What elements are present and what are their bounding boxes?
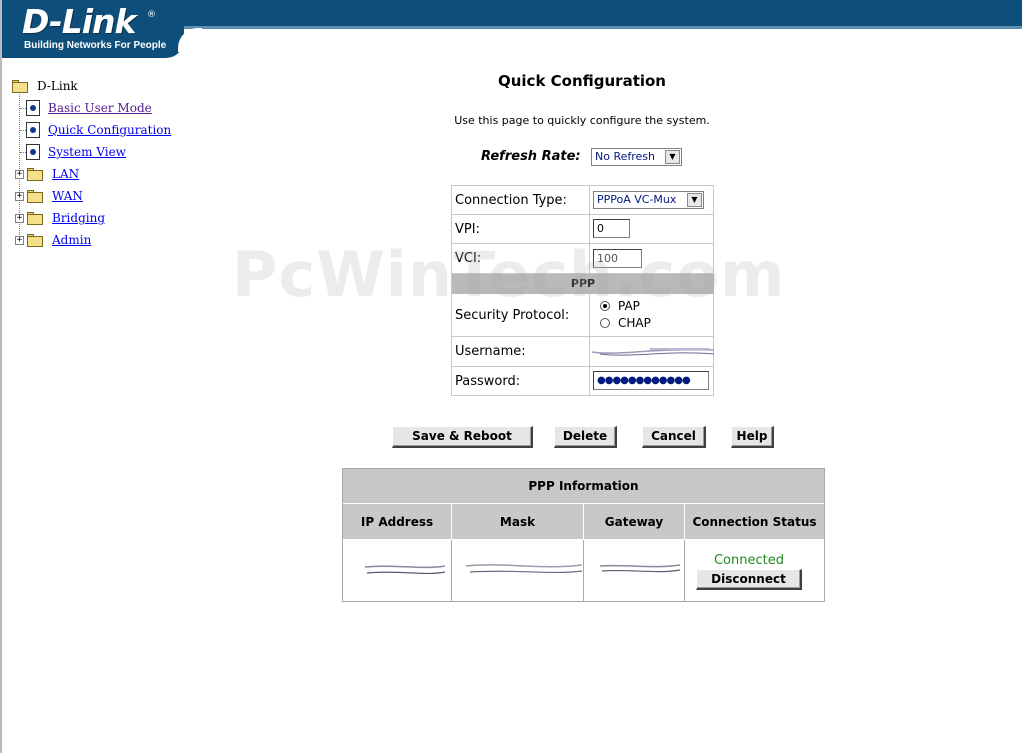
refresh-rate-value: No Refresh — [595, 150, 655, 163]
security-protocol-label: Security Protocol: — [452, 294, 590, 337]
page-icon — [26, 122, 40, 138]
disconnect-button[interactable]: Disconnect — [696, 569, 802, 590]
sidebar-item-label[interactable]: Quick Configuration — [48, 123, 171, 137]
ip-address-redacted-scribble — [364, 565, 446, 574]
header-bar-shade — [172, 26, 1022, 29]
username-cell[interactable] — [590, 337, 714, 367]
sidebar-item-system-view[interactable]: System View — [26, 142, 126, 162]
expand-plus-icon[interactable]: + — [15, 169, 24, 179]
sidebar-item-wan[interactable]: + WAN — [15, 186, 83, 206]
expand-plus-icon[interactable]: + — [15, 213, 24, 223]
password-input[interactable]: ●●●●●●●●●●●● — [593, 371, 709, 390]
sidebar-item-admin[interactable]: + Admin — [15, 230, 91, 250]
header-bar — [172, 0, 1022, 28]
vpi-input[interactable]: 0 — [593, 219, 630, 238]
password-label: Password: — [452, 367, 590, 396]
cancel-button[interactable]: Cancel — [642, 426, 706, 448]
column-header-connection-status: Connection Status — [685, 504, 824, 540]
mask-cell — [452, 540, 584, 601]
column-header-mask: Mask — [452, 504, 584, 540]
gateway-cell — [584, 540, 685, 601]
dropdown-arrow-icon[interactable]: ▼ — [665, 150, 680, 164]
radio-pap[interactable] — [600, 301, 610, 311]
ppp-section-header: PPP — [452, 274, 714, 294]
sidebar-item-label[interactable]: Bridging — [52, 211, 105, 225]
folder-icon — [27, 233, 44, 247]
sidebar-item-basic-user-mode[interactable]: Basic User Mode — [26, 98, 152, 118]
ppp-information-title: PPP Information — [343, 469, 824, 504]
column-header-ip-address: IP Address — [343, 504, 452, 540]
connection-type-cell: PPPoA VC-Mux ▼ — [590, 186, 714, 215]
vci-input[interactable]: 100 — [593, 249, 642, 268]
vci-cell: 100 — [590, 244, 714, 274]
mask-redacted-scribble — [465, 564, 583, 574]
sidebar-item-label[interactable]: Basic User Mode — [48, 101, 152, 115]
logo-tagline: Building Networks For People — [24, 40, 167, 51]
config-table: Connection Type: PPPoA VC-Mux ▼ VPI: 0 V… — [451, 185, 714, 396]
sidebar-item-label[interactable]: Admin — [52, 233, 91, 247]
username-label: Username: — [452, 337, 590, 367]
connection-type-value: PPPoA VC-Mux — [597, 193, 677, 206]
header-banner: D-Link ® Building Networks For People — [2, 0, 1022, 60]
open-folder-icon — [12, 79, 29, 93]
dropdown-arrow-icon[interactable]: ▼ — [687, 193, 702, 207]
connection-type-label: Connection Type: — [452, 186, 590, 215]
connection-status-text: Connected — [713, 553, 784, 568]
sidebar-item-lan[interactable]: + LAN — [15, 164, 79, 184]
sidebar-item-label[interactable]: System View — [48, 145, 126, 159]
ip-address-cell — [343, 540, 452, 601]
gateway-redacted-scribble — [599, 564, 681, 573]
username-redacted-scribble — [590, 345, 714, 359]
radio-chap-label: CHAP — [618, 316, 651, 330]
delete-button[interactable]: Delete — [554, 426, 617, 448]
tree-root-dlink[interactable]: D-Link — [12, 76, 78, 96]
page-icon — [26, 100, 40, 116]
radio-option-pap[interactable]: PAP — [600, 299, 640, 313]
column-header-gateway: Gateway — [584, 504, 685, 540]
page-description: Use this page to quickly configure the s… — [454, 114, 710, 127]
help-button[interactable]: Help — [731, 426, 774, 448]
expand-plus-icon[interactable]: + — [15, 191, 24, 201]
page-title: Quick Configuration — [497, 72, 666, 90]
ppp-information-table: PPP Information IP Address Mask Gateway … — [342, 468, 825, 602]
refresh-rate-label: Refresh Rate: — [481, 149, 581, 164]
vci-label: VCI: — [452, 244, 590, 274]
radio-pap-label: PAP — [618, 299, 640, 313]
folder-icon — [27, 211, 44, 225]
folder-icon — [27, 189, 44, 203]
sidebar-item-bridging[interactable]: + Bridging — [15, 208, 105, 228]
sidebar-item-label[interactable]: WAN — [52, 189, 83, 203]
registered-mark: ® — [147, 10, 156, 20]
radio-option-chap[interactable]: CHAP — [600, 316, 651, 330]
sidebar-item-quick-configuration[interactable]: Quick Configuration — [26, 120, 171, 140]
vpi-cell: 0 — [590, 215, 714, 244]
security-protocol-cell: PAP CHAP — [590, 294, 714, 337]
connection-type-select[interactable]: PPPoA VC-Mux ▼ — [593, 191, 704, 209]
radio-chap[interactable] — [600, 318, 610, 328]
dlink-logo: D-Link — [22, 2, 136, 41]
refresh-rate-select[interactable]: No Refresh ▼ — [591, 148, 682, 166]
sidebar-item-label[interactable]: LAN — [52, 167, 79, 181]
save-reboot-button[interactable]: Save & Reboot — [392, 426, 533, 448]
page-icon — [26, 144, 40, 160]
folder-icon — [27, 167, 44, 181]
vpi-label: VPI: — [452, 215, 590, 244]
expand-plus-icon[interactable]: + — [15, 235, 24, 245]
tree-root-label: D-Link — [37, 79, 78, 93]
password-cell: ●●●●●●●●●●●● — [590, 367, 714, 396]
